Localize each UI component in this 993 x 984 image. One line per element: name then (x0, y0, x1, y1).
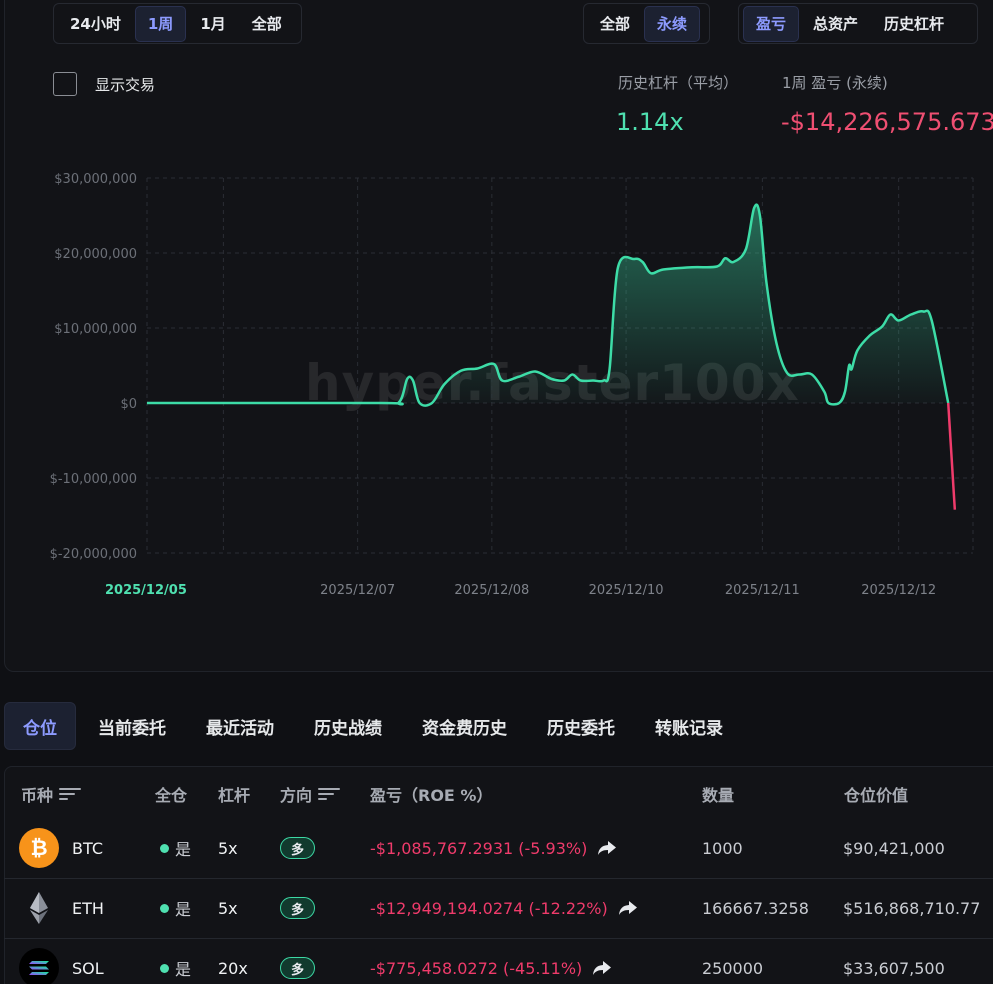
tab-open-orders[interactable]: 当前委托 (80, 702, 184, 750)
col-header-size: 数量 (702, 786, 735, 805)
size: 1000 (702, 838, 743, 858)
x-tick-label: 2025/12/11 (725, 583, 800, 598)
svg-text:₿: ₿ (30, 836, 47, 860)
size: 166667.3258 (702, 898, 809, 918)
table-row[interactable]: ₿ BTC 是 5x 多 -$1,085,767.2931 (-5.93%) 1… (4, 818, 993, 878)
ethereum-icon (19, 888, 59, 928)
y-tick-label: $0 (120, 397, 137, 412)
y-tick-label: $30,000,000 (54, 172, 137, 187)
tab-recent-activity[interactable]: 最近活动 (188, 702, 292, 750)
position-value: $90,421,000 (843, 838, 945, 858)
col-header-pnl: 盈亏（ROE %） (370, 786, 493, 805)
cross-margin-label: 是 (175, 960, 192, 979)
col-header-side[interactable]: 方向 (280, 782, 341, 806)
cross-margin: 是 (160, 818, 191, 878)
side-badge: 多 (280, 957, 316, 979)
side: 多 (280, 878, 316, 938)
pnl-chart: $30,000,000 $20,000,000 $10,000,000 $0 $-10,… (50, 172, 974, 598)
col-header-position-value: 仓位价值 (844, 786, 909, 805)
coin-symbol: BTC (72, 838, 103, 858)
tab-transfer-records[interactable]: 转账记录 (637, 702, 741, 750)
y-tick-label: $-10,000,000 (50, 472, 137, 487)
col-header-coin[interactable]: 币种 (21, 782, 82, 806)
position-value: $516,868,710.77 (843, 898, 981, 918)
sort-icon[interactable] (59, 787, 82, 801)
leverage: 5x (218, 838, 238, 858)
pnl-line-negative (946, 402, 957, 510)
cross-margin: 是 (160, 938, 191, 984)
x-tick-label: 2025/12/10 (589, 583, 664, 598)
y-tick-label: $-20,000,000 (50, 547, 137, 562)
position-value: $33,607,500 (843, 958, 945, 978)
leverage: 5x (218, 898, 238, 918)
cross-margin: 是 (160, 878, 191, 938)
cross-margin-label: 是 (175, 840, 192, 859)
x-tick-label: 2025/12/05 (105, 583, 187, 598)
y-tick-label: $20,000,000 (54, 247, 137, 262)
share-icon[interactable] (597, 840, 617, 856)
coin-symbol: SOL (72, 958, 104, 978)
solana-icon (19, 948, 59, 984)
position-tabs: 仓位 当前委托 最近活动 历史战绩 资金费历史 历史委托 转账记录 (4, 702, 745, 750)
bitcoin-icon: ₿ (19, 828, 59, 868)
tab-order-history[interactable]: 历史委托 (529, 702, 633, 750)
size: 250000 (702, 958, 764, 978)
pnl-area-fill (147, 204, 949, 406)
pnl: -$12,949,194.0274 (-12.22%) (370, 878, 638, 938)
x-tick-label: 2025/12/07 (320, 583, 395, 598)
pnl-text: -$12,949,194.0274 (-12.22%) (370, 898, 608, 918)
tab-trade-history[interactable]: 历史战绩 (296, 702, 400, 750)
pnl-line-positive (146, 203, 950, 407)
cross-margin-label: 是 (175, 900, 192, 919)
leverage: 20x (218, 958, 248, 978)
pnl-text: -$775,458.0272 (-45.11%) (370, 958, 583, 978)
pnl: -$1,085,767.2931 (-5.93%) (370, 818, 617, 878)
col-header-side-label: 方向 (280, 786, 313, 805)
tab-positions[interactable]: 仓位 (4, 702, 76, 750)
tab-funding-history[interactable]: 资金费历史 (404, 702, 525, 750)
col-header-coin-label: 币种 (21, 786, 54, 805)
share-icon[interactable] (618, 900, 638, 916)
y-tick-label: $10,000,000 (54, 322, 137, 337)
pnl: -$775,458.0272 (-45.11%) (370, 938, 612, 984)
pnl-text: -$1,085,767.2931 (-5.93%) (370, 838, 588, 858)
side: 多 (280, 938, 316, 984)
side-badge: 多 (280, 897, 316, 919)
coin-symbol: ETH (72, 898, 104, 918)
table-row[interactable]: ETH 是 5x 多 -$12,949,194.0274 (-12.22%) 1… (4, 878, 993, 938)
share-icon[interactable] (592, 960, 612, 976)
side-badge: 多 (280, 837, 316, 859)
col-header-cross: 全仓 (155, 786, 188, 805)
table-row[interactable]: SOL 是 20x 多 -$775,458.0272 (-45.11%) 250… (4, 938, 993, 984)
x-tick-label: 2025/12/08 (454, 583, 529, 598)
side: 多 (280, 818, 316, 878)
x-tick-label: 2025/12/12 (861, 583, 936, 598)
col-header-leverage: 杠杆 (218, 786, 251, 805)
sort-icon[interactable] (318, 787, 341, 801)
